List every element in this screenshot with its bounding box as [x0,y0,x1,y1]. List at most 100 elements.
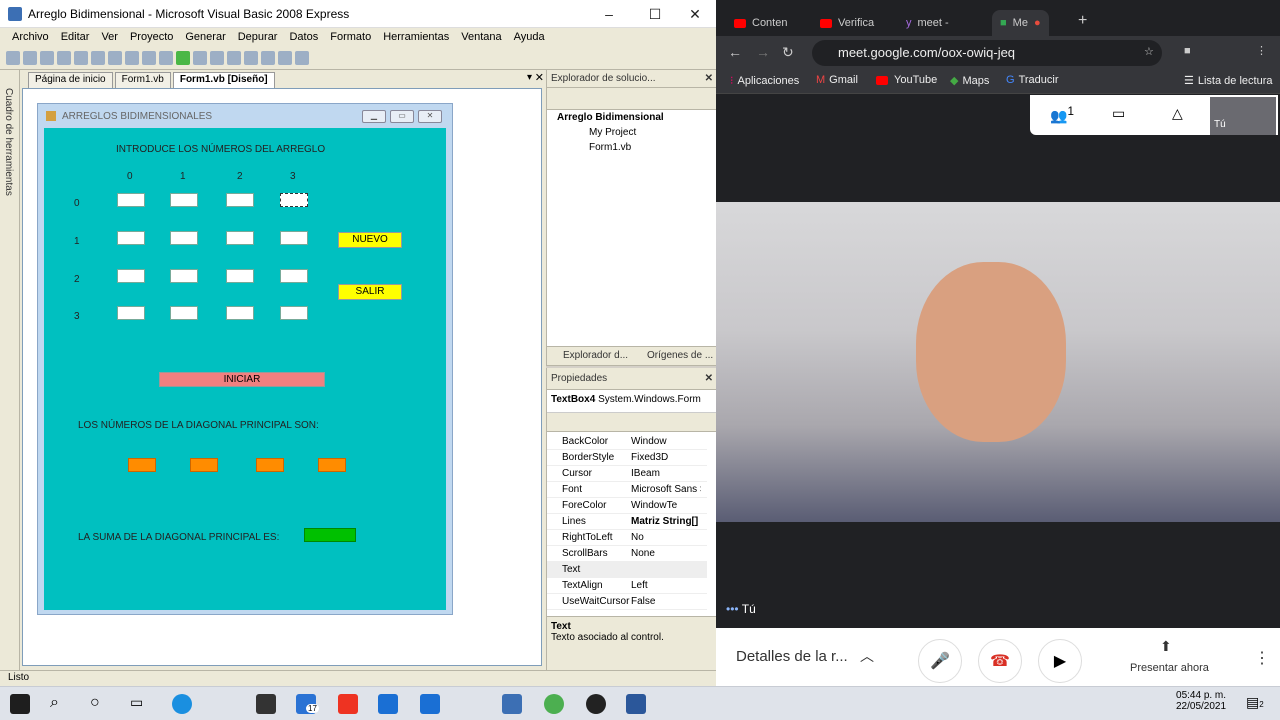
diagonal-box-1[interactable] [190,458,218,472]
store-icon[interactable] [256,694,276,714]
undo-icon[interactable] [142,50,156,65]
textbox-0-1[interactable] [170,193,198,207]
cut-icon[interactable] [91,50,105,65]
stop-icon[interactable] [210,50,224,65]
powerautomate-icon[interactable] [420,694,440,714]
properties-icon[interactable] [278,50,292,65]
meeting-details[interactable]: Detalles de la r... [736,648,848,665]
visual-basic-icon[interactable] [502,694,522,714]
menu-generar[interactable]: Generar [185,31,225,43]
toolbox-strip[interactable]: Cuadro de herramientas [0,70,20,670]
toolbox-icon[interactable] [295,50,309,65]
paste-icon[interactable] [125,50,139,65]
format-icon[interactable] [244,50,258,65]
textbox-3-1[interactable] [170,306,198,320]
iniciar-button[interactable]: INICIAR [159,372,325,387]
tab-origenes[interactable]: Orígenes de ... [647,347,713,365]
new-tab-icon[interactable]: + [1078,12,1087,30]
tab-form1-design[interactable]: Form1.vb [Diseño] [172,72,275,88]
back-icon[interactable]: ← [728,44,742,60]
textbox-3-3[interactable] [280,306,308,320]
diagonal-box-2[interactable] [256,458,284,472]
object-selector[interactable]: TextBox4 System.Windows.Form [551,394,713,405]
prop-row[interactable]: TextAlign Left [547,578,707,594]
chrome-tab-meet-active[interactable]: ■ Me ● [992,10,1049,36]
menu-ayuda[interactable]: Ayuda [514,31,545,43]
textbox-1-0[interactable] [117,231,145,245]
tab-dropdown-icon[interactable]: ▾ [527,72,532,83]
minimize-button[interactable]: – [586,0,632,28]
properties-close-icon[interactable]: ✕ [705,368,713,390]
align-icon[interactable] [227,50,241,65]
obs-icon[interactable] [586,694,606,714]
bookmark-star-icon[interactable]: ☆ [1144,45,1154,58]
solution-explorer-icon[interactable] [261,50,275,65]
menu-herramientas[interactable]: Herramientas [383,31,449,43]
tab-close-icon[interactable]: ✕ [535,71,544,84]
hangup-button[interactable]: ☎ [978,639,1022,683]
word-icon[interactable] [626,694,646,714]
textbox-1-1[interactable] [170,231,198,245]
menu-proyecto[interactable]: Proyecto [130,31,173,43]
mail-icon[interactable]: 17 [296,694,319,714]
forward-icon[interactable]: → [756,44,770,60]
textbox-2-2[interactable] [226,269,254,283]
tab-form1-code[interactable]: Form1.vb [114,72,171,88]
bookmark-youtube[interactable]: YouTube [876,74,937,86]
prop-row[interactable]: BackColor Window [547,434,707,450]
dropbox-icon[interactable] [378,694,398,714]
toolbox-label[interactable]: Cuadro de herramientas [3,88,14,196]
menu-depurar[interactable]: Depurar [238,31,278,43]
textbox-0-0[interactable] [117,193,145,207]
start-icon[interactable] [10,694,30,714]
more-options-icon[interactable]: ⋮ [1254,648,1270,668]
prop-row[interactable]: ScrollBars None [547,546,707,562]
textbox-0-3-selected[interactable] [280,193,308,207]
prop-row[interactable]: RightToLeft No [547,530,707,546]
search-icon[interactable]: ⌕ [50,694,70,714]
prop-row[interactable]: ForeColor WindowTe [547,498,707,514]
clock[interactable]: 05:44 p. m. 22/05/2021 [1176,690,1226,712]
bookmark-gmail[interactable]: M Gmail [816,74,858,86]
textbox-1-2[interactable] [226,231,254,245]
prop-row[interactable]: UseWaitCursor False [547,594,707,610]
new-project-icon[interactable] [6,50,20,65]
panel-close-icon[interactable]: ✕ [705,70,713,88]
tree-form1[interactable]: Form1.vb [589,142,631,153]
chrome-tab-3[interactable]: y meet - [906,10,949,36]
textbox-2-1[interactable] [170,269,198,283]
microphone-button[interactable]: 🎤 [918,639,962,683]
textbox-2-0[interactable] [117,269,145,283]
notifications-icon[interactable]: ▤2 [1246,694,1266,714]
camera-button[interactable]: ▶ [1038,639,1082,683]
cortana-icon[interactable]: ○ [90,694,110,714]
reading-list[interactable]: ☰ Lista de lectura [1184,74,1272,88]
tree-my-project[interactable]: My Project [589,127,636,138]
textbox-1-3[interactable] [280,231,308,245]
suma-box[interactable] [304,528,356,542]
present-now-button[interactable]: Presentar ahora [1130,662,1209,674]
chat-icon[interactable]: ▭ [1112,105,1125,122]
diagonal-box-0[interactable] [128,458,156,472]
chrome-menu-icon[interactable]: ⋮ [1256,44,1267,57]
save-icon[interactable] [57,50,71,65]
menu-editar[interactable]: Editar [61,31,90,43]
chrome-tab-2[interactable]: Verifica [820,10,874,36]
menu-ver[interactable]: Ver [101,31,118,43]
reload-icon[interactable]: ↻ [782,44,794,61]
self-thumbnail[interactable]: Tú [1210,97,1276,135]
open-icon[interactable] [23,50,37,65]
salir-button[interactable]: SALIR [338,284,402,300]
textbox-3-0[interactable] [117,306,145,320]
menu-formato[interactable]: Formato [330,31,371,43]
copy-icon[interactable] [108,50,122,65]
people-icon[interactable]: 👥1 [1050,105,1074,125]
add-item-icon[interactable] [40,50,54,65]
form1[interactable]: ARREGLOS BIDIMENSIONALES ▁ ▭ ✕ INTRODUCE… [37,103,453,615]
edge-icon[interactable] [172,694,192,714]
present-icon[interactable]: ⬆ [1160,638,1172,655]
tab-pagina-inicio[interactable]: Página de inicio [28,72,113,88]
prop-row[interactable]: Font Microsoft Sans S [547,482,707,498]
diagonal-box-3[interactable] [318,458,346,472]
bookmark-aplicaciones[interactable]: ⁝ Aplicaciones [730,74,799,88]
